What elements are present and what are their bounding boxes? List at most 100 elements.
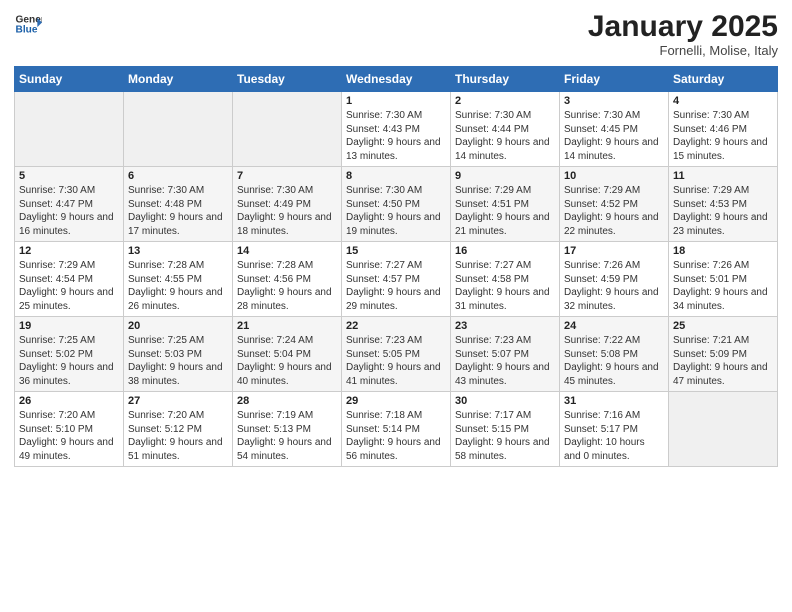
calendar-week-row-5: 26Sunrise: 7:20 AM Sunset: 5:10 PM Dayli… [15, 392, 778, 467]
calendar-cell: 5Sunrise: 7:30 AM Sunset: 4:47 PM Daylig… [15, 167, 124, 242]
header: General Blue January 2025 Fornelli, Moli… [14, 10, 778, 58]
calendar-week-row-3: 12 Sunrise: 7:29 AM Sunset: 4:54 PM Dayli… [15, 242, 778, 317]
calendar-cell: 12 Sunrise: 7:29 AM Sunset: 4:54 PM Dayli… [15, 242, 124, 317]
page: General Blue January 2025 Fornelli, Moli… [0, 0, 792, 477]
calendar-cell: 19 Sunrise: 7:25 AM Sunset: 5:02 PM Dayli… [15, 317, 124, 392]
calendar-cell: 13 Sunrise: 7:28 AM Sunset: 4:55 PM Dayli… [124, 242, 233, 317]
calendar-cell: 15 Sunrise: 7:27 AM Sunset: 4:57 PM Dayli… [342, 242, 451, 317]
day-info: Sunrise: 7:26 AM Sunset: 4:59 PM Dayligh… [564, 259, 664, 313]
calendar-week-row-4: 19 Sunrise: 7:25 AM Sunset: 5:02 PM Dayli… [15, 317, 778, 392]
calendar-cell: 25 Sunrise: 7:21 AM Sunset: 5:09 PM Dayli… [669, 317, 778, 392]
day-number: 6 [128, 170, 228, 182]
calendar-header-row: Sunday Monday Tuesday Wednesday Thursday… [15, 67, 778, 92]
calendar-cell: 10 Sunrise: 7:29 AM Sunset: 4:52 PM Dayli… [560, 167, 669, 242]
day-info: Sunrise: 7:19 AM Sunset: 5:13 PM Dayligh… [237, 409, 337, 463]
calendar-cell: 17Sunrise: 7:26 AM Sunset: 4:59 PM Dayli… [560, 242, 669, 317]
day-info: Sunrise: 7:27 AM Sunset: 4:57 PM Dayligh… [346, 259, 446, 313]
day-number: 27 [128, 395, 228, 407]
title-block: January 2025 Fornelli, Molise, Italy [588, 10, 778, 58]
calendar-cell: 18 Sunrise: 7:26 AM Sunset: 5:01 PM Dayli… [669, 242, 778, 317]
calendar-cell: 16 Sunrise: 7:27 AM Sunset: 4:58 PM Dayli… [451, 242, 560, 317]
day-number: 5 [19, 170, 119, 182]
calendar-cell: 20 Sunrise: 7:25 AM Sunset: 5:03 PM Dayli… [124, 317, 233, 392]
calendar-cell: 21 Sunrise: 7:24 AM Sunset: 5:04 PM Dayli… [233, 317, 342, 392]
day-number: 11 [673, 170, 773, 182]
day-number: 19 [19, 320, 119, 332]
day-info: Sunrise: 7:30 AM Sunset: 4:48 PM Dayligh… [128, 184, 228, 238]
calendar-table: Sunday Monday Tuesday Wednesday Thursday… [14, 66, 778, 467]
day-info: Sunrise: 7:16 AM Sunset: 5:17 PM Dayligh… [564, 409, 664, 463]
day-number: 20 [128, 320, 228, 332]
logo: General Blue [14, 10, 42, 38]
day-number: 7 [237, 170, 337, 182]
day-info: Sunrise: 7:25 AM Sunset: 5:02 PM Dayligh… [19, 334, 119, 388]
day-number: 16 [455, 245, 555, 257]
calendar-cell: 23Sunrise: 7:23 AM Sunset: 5:07 PM Dayli… [451, 317, 560, 392]
calendar-cell: 8Sunrise: 7:30 AM Sunset: 4:50 PM Daylig… [342, 167, 451, 242]
calendar-cell: 30 Sunrise: 7:17 AM Sunset: 5:15 PM Dayli… [451, 392, 560, 467]
day-info: Sunrise: 7:23 AM Sunset: 5:07 PM Dayligh… [455, 334, 555, 388]
col-thursday: Thursday [451, 67, 560, 92]
calendar-cell: 1Sunrise: 7:30 AM Sunset: 4:43 PM Daylig… [342, 92, 451, 167]
col-tuesday: Tuesday [233, 67, 342, 92]
day-number: 25 [673, 320, 773, 332]
day-number: 28 [237, 395, 337, 407]
svg-text:Blue: Blue [16, 25, 38, 36]
day-info: Sunrise: 7:25 AM Sunset: 5:03 PM Dayligh… [128, 334, 228, 388]
day-number: 14 [237, 245, 337, 257]
day-info: Sunrise: 7:26 AM Sunset: 5:01 PM Dayligh… [673, 259, 773, 313]
day-info: Sunrise: 7:30 AM Sunset: 4:50 PM Dayligh… [346, 184, 446, 238]
day-info: Sunrise: 7:17 AM Sunset: 5:15 PM Dayligh… [455, 409, 555, 463]
day-info: Sunrise: 7:24 AM Sunset: 5:04 PM Dayligh… [237, 334, 337, 388]
calendar-cell: 22Sunrise: 7:23 AM Sunset: 5:05 PM Dayli… [342, 317, 451, 392]
col-sunday: Sunday [15, 67, 124, 92]
day-info: Sunrise: 7:21 AM Sunset: 5:09 PM Dayligh… [673, 334, 773, 388]
day-info: Sunrise: 7:30 AM Sunset: 4:44 PM Dayligh… [455, 109, 555, 163]
calendar-cell [233, 92, 342, 167]
day-info: Sunrise: 7:28 AM Sunset: 4:55 PM Dayligh… [128, 259, 228, 313]
day-number: 9 [455, 170, 555, 182]
calendar-cell: 26Sunrise: 7:20 AM Sunset: 5:10 PM Dayli… [15, 392, 124, 467]
calendar-cell: 6 Sunrise: 7:30 AM Sunset: 4:48 PM Daylig… [124, 167, 233, 242]
day-info: Sunrise: 7:20 AM Sunset: 5:12 PM Dayligh… [128, 409, 228, 463]
day-number: 21 [237, 320, 337, 332]
day-info: Sunrise: 7:30 AM Sunset: 4:45 PM Dayligh… [564, 109, 664, 163]
calendar-week-row-1: 1Sunrise: 7:30 AM Sunset: 4:43 PM Daylig… [15, 92, 778, 167]
location: Fornelli, Molise, Italy [588, 43, 778, 58]
day-info: Sunrise: 7:23 AM Sunset: 5:05 PM Dayligh… [346, 334, 446, 388]
calendar-cell: 9 Sunrise: 7:29 AM Sunset: 4:51 PM Daylig… [451, 167, 560, 242]
calendar-cell [124, 92, 233, 167]
day-number: 12 [19, 245, 119, 257]
day-number: 4 [673, 95, 773, 107]
logo-icon: General Blue [14, 10, 42, 38]
day-info: Sunrise: 7:29 AM Sunset: 4:54 PM Dayligh… [19, 259, 119, 313]
day-number: 3 [564, 95, 664, 107]
calendar-cell: 28 Sunrise: 7:19 AM Sunset: 5:13 PM Dayli… [233, 392, 342, 467]
day-number: 15 [346, 245, 446, 257]
calendar-cell: 2 Sunrise: 7:30 AM Sunset: 4:44 PM Daylig… [451, 92, 560, 167]
calendar-cell: 14 Sunrise: 7:28 AM Sunset: 4:56 PM Dayli… [233, 242, 342, 317]
day-number: 18 [673, 245, 773, 257]
day-info: Sunrise: 7:27 AM Sunset: 4:58 PM Dayligh… [455, 259, 555, 313]
day-info: Sunrise: 7:29 AM Sunset: 4:53 PM Dayligh… [673, 184, 773, 238]
calendar-cell: 4Sunrise: 7:30 AM Sunset: 4:46 PM Daylig… [669, 92, 778, 167]
day-number: 2 [455, 95, 555, 107]
calendar-cell: 31 Sunrise: 7:16 AM Sunset: 5:17 PM Dayli… [560, 392, 669, 467]
calendar-cell: 27 Sunrise: 7:20 AM Sunset: 5:12 PM Dayli… [124, 392, 233, 467]
calendar-cell: 3 Sunrise: 7:30 AM Sunset: 4:45 PM Daylig… [560, 92, 669, 167]
day-info: Sunrise: 7:29 AM Sunset: 4:51 PM Dayligh… [455, 184, 555, 238]
day-info: Sunrise: 7:22 AM Sunset: 5:08 PM Dayligh… [564, 334, 664, 388]
day-number: 24 [564, 320, 664, 332]
day-number: 10 [564, 170, 664, 182]
calendar-cell: 29Sunrise: 7:18 AM Sunset: 5:14 PM Dayli… [342, 392, 451, 467]
col-wednesday: Wednesday [342, 67, 451, 92]
day-info: Sunrise: 7:28 AM Sunset: 4:56 PM Dayligh… [237, 259, 337, 313]
day-number: 29 [346, 395, 446, 407]
day-number: 1 [346, 95, 446, 107]
day-number: 30 [455, 395, 555, 407]
col-monday: Monday [124, 67, 233, 92]
day-number: 31 [564, 395, 664, 407]
day-info: Sunrise: 7:29 AM Sunset: 4:52 PM Dayligh… [564, 184, 664, 238]
day-number: 13 [128, 245, 228, 257]
calendar-cell: 7Sunrise: 7:30 AM Sunset: 4:49 PM Daylig… [233, 167, 342, 242]
